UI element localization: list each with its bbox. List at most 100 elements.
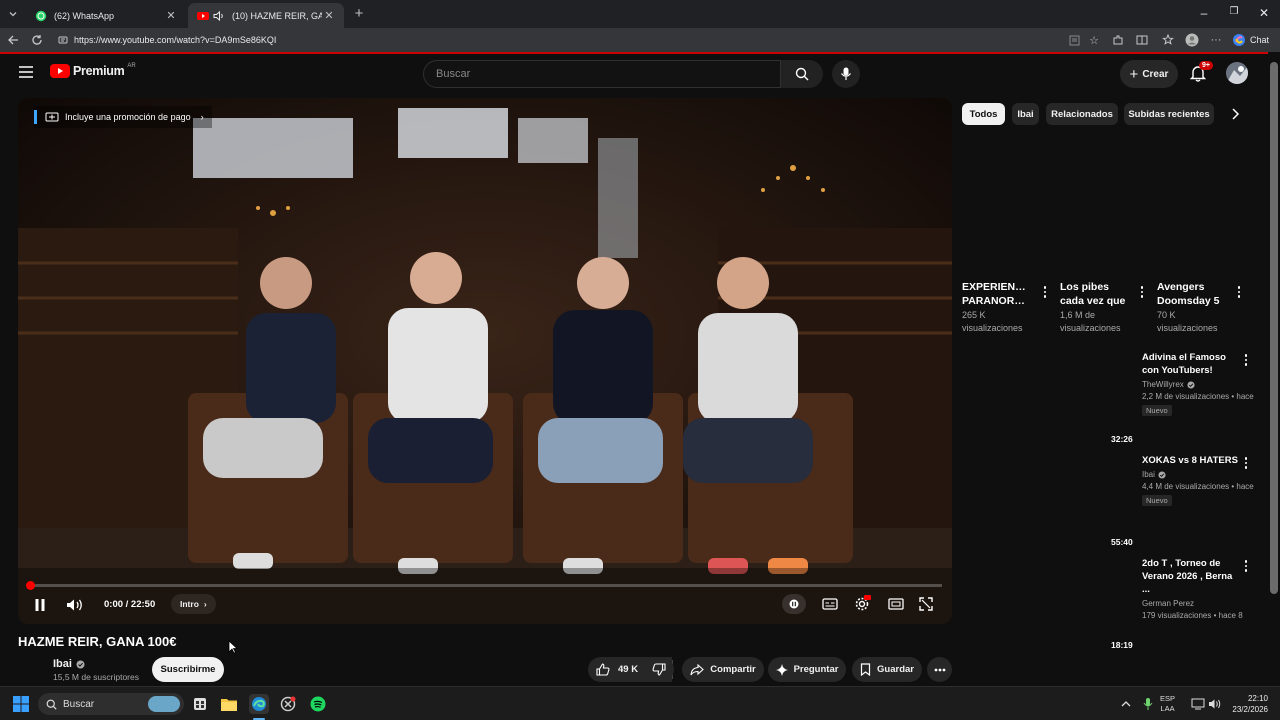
recommended-video[interactable]: 2do T , Torneo de Verano 2026 , Berna ..… [1142, 557, 1254, 620]
short-card[interactable]: Avengers Doomsday 5 70 K visualizaciones [1157, 280, 1229, 335]
recommended-video[interactable]: Adivina el Famoso con YouTubers! TheWill… [1142, 351, 1254, 416]
verified-badge-icon [1187, 380, 1195, 389]
file-explorer-icon[interactable] [219, 694, 239, 714]
copilot-chat-button[interactable]: Chat [1232, 32, 1269, 48]
chapter-button[interactable]: Intro › [171, 594, 216, 614]
menu-hamburger-icon[interactable] [19, 66, 35, 80]
recommended-title: 2do T , Torneo de Verano 2026 , Berna ..… [1142, 558, 1233, 595]
tab-youtube[interactable]: (10) HAZME REIR, GANA 100€ ✕ [188, 3, 344, 28]
chips-next-arrow-icon[interactable] [1227, 106, 1243, 122]
chip-recent-uploads[interactable]: Subidas recientes [1124, 103, 1214, 125]
dislike-button[interactable] [643, 657, 674, 682]
video-player[interactable]: Incluye una promoción de pago › 0:00 / 2… [18, 98, 952, 624]
new-tab-button[interactable]: + [350, 5, 368, 23]
url-text: https://www.youtube.com/watch?v=DA9mSe86… [74, 35, 277, 45]
fullscreen-button[interactable] [916, 594, 936, 614]
back-icon[interactable] [5, 32, 21, 48]
close-tab-icon[interactable]: ✕ [322, 9, 336, 22]
plus-icon: + [1129, 65, 1139, 83]
notifications-badge: 9+ [1199, 61, 1213, 70]
subscribe-label: Suscribirme [160, 664, 216, 675]
volume-button[interactable] [64, 596, 86, 614]
share-button[interactable]: Compartir [682, 657, 764, 682]
spotify-icon[interactable] [308, 694, 328, 714]
subtitles-icon [822, 598, 838, 610]
paid-promotion-icon [45, 111, 59, 123]
clock[interactable]: 22:10 23/2/2026 [1222, 693, 1268, 715]
paid-promotion-notice[interactable]: Incluye una promoción de pago › [34, 106, 212, 128]
create-button[interactable]: + Crear [1120, 60, 1178, 88]
pause-button[interactable] [30, 596, 50, 614]
windows-start-icon[interactable] [11, 694, 31, 714]
account-avatar[interactable] [1226, 62, 1248, 84]
short-more-menu[interactable] [1138, 286, 1146, 298]
channel-avatar[interactable] [18, 657, 44, 683]
subtitles-button[interactable] [818, 595, 842, 613]
speaker-icon[interactable] [212, 9, 226, 23]
recommended-meta: 4,4 M de visualizaciones • hace [1142, 482, 1254, 491]
settings-more-icon[interactable]: ··· [1208, 32, 1224, 48]
new-badge: Nuevo [1142, 405, 1172, 416]
maximize-button[interactable]: ❐ [1222, 6, 1246, 17]
url-field[interactable]: https://www.youtube.com/watch?v=DA9mSe86… [50, 31, 1110, 49]
tab-whatsapp[interactable]: (62) WhatsApp ✕ [26, 3, 186, 28]
minimize-button[interactable]: – [1192, 6, 1216, 20]
chip-todos[interactable]: Todos [962, 103, 1005, 125]
notifications-button[interactable]: 9+ [1190, 61, 1213, 84]
task-view-icon[interactable] [190, 694, 210, 714]
youtube-premium-logo[interactable]: Premium AR [50, 63, 136, 78]
reader-mode-icon[interactable] [1066, 32, 1082, 48]
save-button[interactable]: Guardar [852, 657, 922, 682]
site-info-icon[interactable] [58, 35, 68, 45]
tab-list-chevron-icon[interactable] [4, 6, 22, 22]
fullscreen-icon [919, 597, 933, 611]
language-code: ESP [1160, 694, 1176, 703]
progress-bar[interactable] [26, 581, 942, 590]
ask-button[interactable]: Preguntar [768, 657, 846, 682]
snipping-tool-icon[interactable] [278, 694, 298, 714]
short-card[interactable]: EXPERIENCIA PARANORMAL 265 K visualizaci… [962, 280, 1032, 335]
short-more-menu[interactable] [1235, 286, 1243, 298]
favorites-icon[interactable] [1160, 32, 1176, 48]
edge-browser-icon[interactable] [249, 694, 269, 714]
close-tab-icon[interactable]: ✕ [164, 9, 178, 22]
recommended-channel: German Perez [1142, 599, 1195, 608]
more-actions-button[interactable] [927, 657, 952, 682]
reload-icon[interactable] [29, 32, 45, 48]
microphone-icon [840, 67, 852, 81]
clock-time: 22:10 [1247, 694, 1268, 703]
chevron-right-icon: › [200, 112, 204, 122]
chip-related[interactable]: Relacionados [1046, 103, 1118, 125]
theater-mode-button[interactable] [884, 595, 908, 613]
channel-name-row[interactable]: Ibai [53, 658, 85, 670]
split-screen-icon[interactable] [1134, 32, 1150, 48]
close-window-button[interactable]: ✕ [1252, 6, 1276, 20]
recommended-more-menu[interactable] [1242, 560, 1250, 572]
recommended-more-menu[interactable] [1242, 354, 1250, 366]
save-label: Guardar [877, 664, 914, 675]
chat-label: Chat [1250, 35, 1270, 45]
language-indicator[interactable]: ESP LAA [1160, 694, 1175, 714]
settings-button[interactable] [850, 594, 874, 614]
autoplay-toggle[interactable] [782, 594, 806, 614]
recommended-video[interactable]: XOKAS vs 8 HATERS Ibai 4,4 M de visualiz… [1142, 454, 1254, 506]
subscribe-button[interactable]: Suscribirme [152, 657, 224, 682]
tray-overflow-chevron-icon[interactable] [1116, 694, 1136, 714]
search-input[interactable]: Buscar [423, 60, 781, 88]
taskbar-search[interactable]: Buscar [38, 693, 184, 715]
voice-search-button[interactable] [832, 60, 860, 88]
short-card[interactable]: Los pibes cada vez que 1,6 M de visualiz… [1060, 280, 1132, 335]
profile-avatar-icon[interactable] [1184, 32, 1200, 48]
short-more-menu[interactable] [1041, 286, 1049, 298]
search-button[interactable] [781, 60, 823, 88]
favorite-star-icon[interactable]: ☆ [1086, 32, 1102, 48]
recommended-meta: 2,2 M de visualizaciones • hace [1142, 392, 1254, 401]
page-scrollbar-thumb[interactable] [1270, 62, 1278, 594]
search-highlight-icon [148, 696, 180, 712]
short-title: Los pibes cada vez que [1060, 281, 1126, 307]
chip-ibai[interactable]: Ibai [1012, 103, 1039, 125]
progress-scrubber[interactable] [26, 581, 35, 590]
recommended-more-menu[interactable] [1242, 457, 1250, 469]
extensions-icon[interactable] [1110, 32, 1126, 48]
microphone-tray-icon[interactable] [1138, 694, 1158, 714]
